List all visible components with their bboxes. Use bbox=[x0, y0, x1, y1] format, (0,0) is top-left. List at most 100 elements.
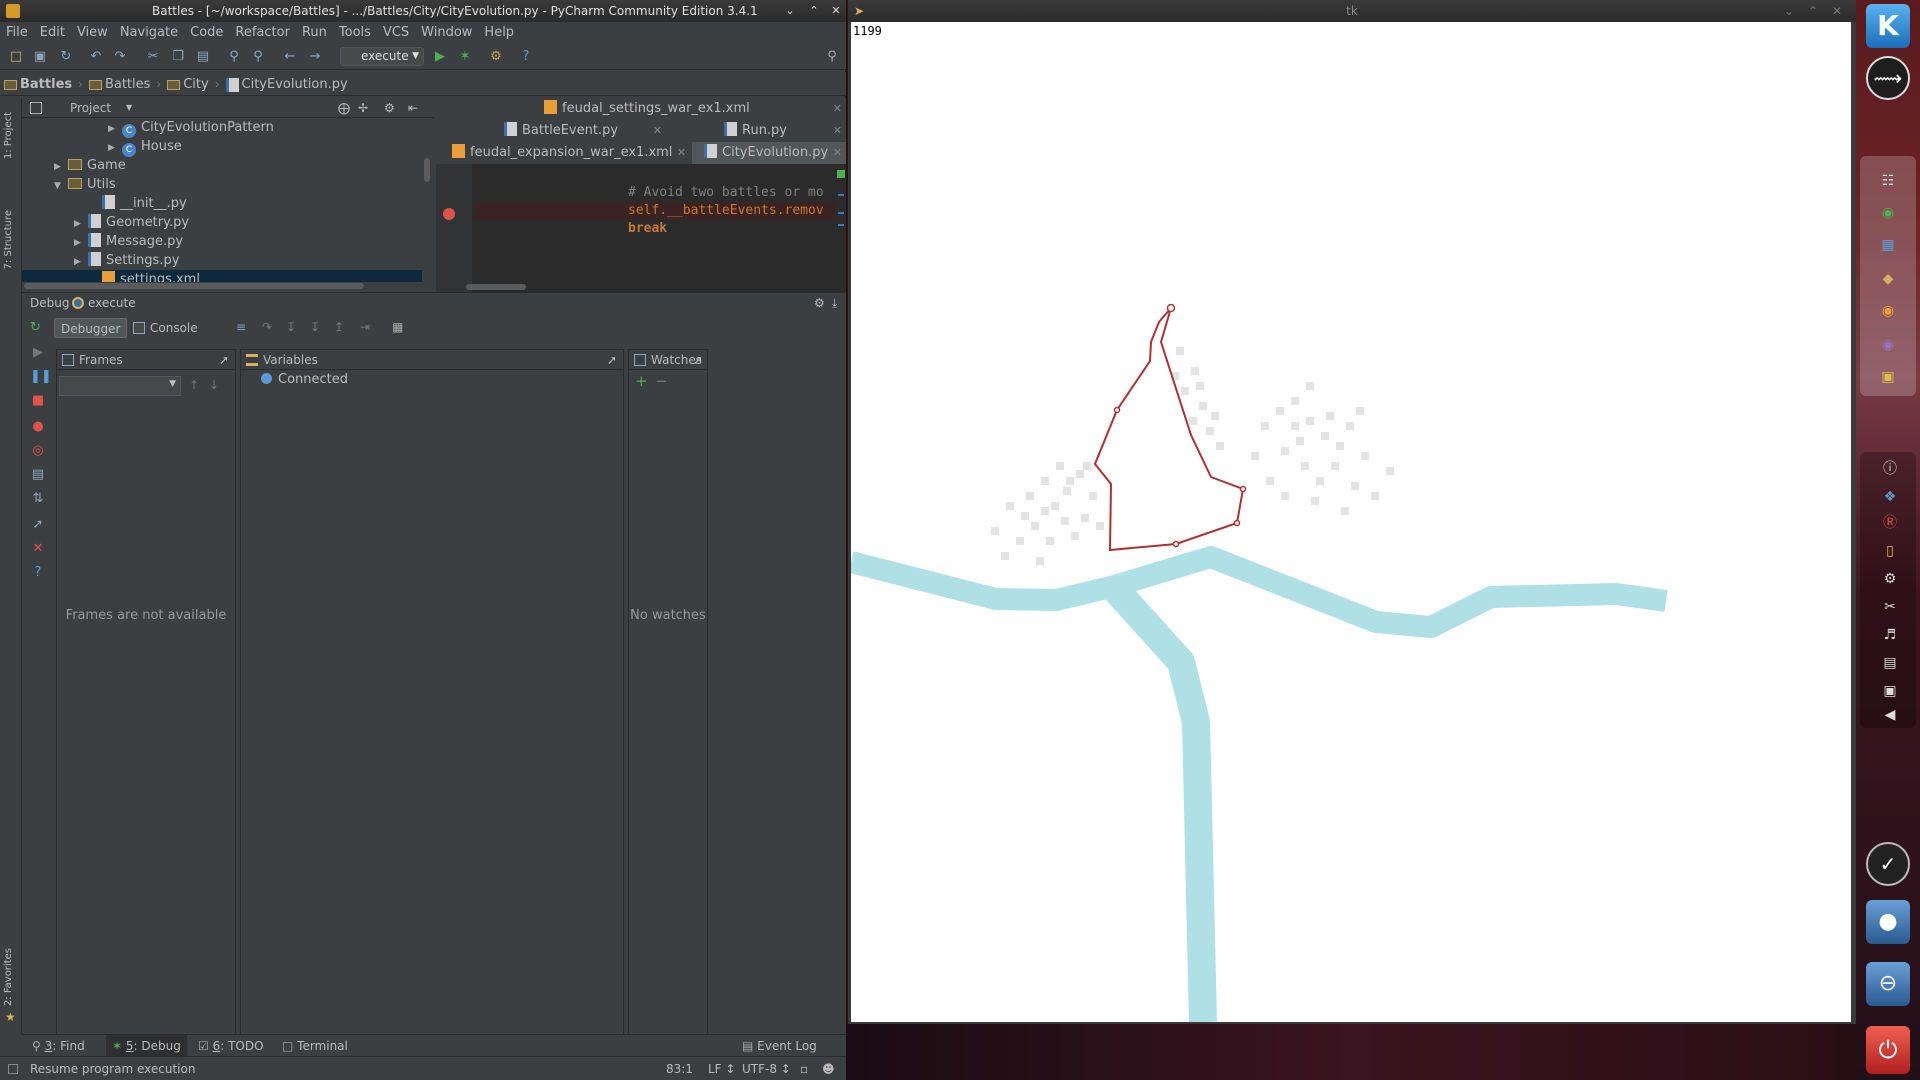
inspector-icon[interactable]: ☻ bbox=[822, 1057, 835, 1080]
maximize-icon[interactable]: ⌃ bbox=[1808, 0, 1818, 22]
next-frame-icon[interactable]: ↓ bbox=[209, 378, 219, 392]
maximize-icon[interactable]: ⌃ bbox=[806, 3, 822, 19]
run-to-cursor-icon[interactable]: ⇥ bbox=[360, 320, 370, 334]
open-icon[interactable]: □ bbox=[8, 49, 24, 65]
switch-user-icon[interactable]: ⊖ bbox=[1866, 962, 1910, 1006]
clipboard-icon[interactable]: ▤ bbox=[1880, 654, 1900, 672]
tree-item[interactable]: __init__.py bbox=[88, 194, 187, 213]
caret-position[interactable]: 83:1 bbox=[666, 1057, 693, 1080]
dropbox-icon[interactable]: ❖ bbox=[1880, 488, 1900, 506]
chevron-down-icon[interactable]: ▼ bbox=[126, 98, 132, 118]
step-out-icon[interactable]: ↥ bbox=[334, 320, 344, 334]
gear-icon[interactable]: ⚙ bbox=[1880, 570, 1900, 588]
task-icon[interactable]: ☷ bbox=[1878, 172, 1898, 190]
tool-window-debug[interactable]: ✶ 5: Debug bbox=[106, 1035, 187, 1057]
close-tab-icon[interactable]: ✕ bbox=[833, 98, 842, 120]
hide-panel-icon[interactable]: ⇤ bbox=[408, 98, 418, 118]
file-encoding[interactable]: UTF-8 ↕ bbox=[742, 1057, 791, 1080]
close-tab-icon[interactable]: ✕ bbox=[833, 120, 842, 142]
menu-run[interactable]: Run bbox=[296, 22, 333, 44]
monitor-icon[interactable]: ▣ bbox=[1880, 682, 1900, 700]
editor-hscroll-thumb[interactable] bbox=[466, 284, 526, 290]
thread-select[interactable]: ▼ bbox=[59, 376, 181, 396]
breadcrumb-item[interactable]: Battles bbox=[0, 73, 76, 97]
clock-icon[interactable]: ✓ bbox=[1866, 842, 1910, 886]
tab-feudal-settings[interactable]: feudal_settings_war_ex1.xml ✕ bbox=[536, 98, 846, 120]
breakpoint-icon[interactable] bbox=[443, 208, 455, 220]
tab-battle-event[interactable]: BattleEvent.py ✕ bbox=[496, 120, 666, 142]
previous-frame-icon[interactable]: ↑ bbox=[189, 378, 199, 392]
stop-icon[interactable]: ■ bbox=[30, 393, 46, 409]
remove-watch-icon[interactable]: − bbox=[655, 372, 668, 390]
task-icon[interactable]: ◉ bbox=[1878, 336, 1898, 354]
sort-icon[interactable]: ⇅ bbox=[30, 491, 46, 507]
mute-breakpoints-icon[interactable]: ◎ bbox=[30, 443, 46, 459]
pin-icon[interactable]: ➚ bbox=[607, 350, 617, 370]
tab-console[interactable]: Console bbox=[128, 318, 204, 338]
step-into-my-code-icon[interactable]: ↧ bbox=[310, 320, 320, 334]
menu-vcs[interactable]: VCS bbox=[377, 22, 415, 44]
close-tab-icon[interactable]: ✕ bbox=[833, 142, 842, 164]
volume-icon[interactable]: ♬ bbox=[1880, 626, 1900, 644]
tab-project[interactable]: 1: Project bbox=[3, 112, 14, 159]
tab-favorites[interactable]: 2: Favorites bbox=[3, 948, 14, 1006]
editor-gutter[interactable] bbox=[436, 164, 472, 292]
breadcrumb-item[interactable]: CityEvolution.py bbox=[222, 73, 352, 97]
breadcrumb-item[interactable]: Battles bbox=[85, 73, 154, 97]
help-icon[interactable]: ? bbox=[30, 565, 46, 581]
close-icon[interactable]: ✕ bbox=[30, 541, 46, 557]
project-view-select[interactable]: Project bbox=[70, 98, 111, 118]
step-into-icon[interactable]: ↧ bbox=[286, 320, 296, 334]
sync-icon[interactable]: ↻ bbox=[58, 49, 74, 65]
close-tab-icon[interactable]: ✕ bbox=[653, 120, 662, 142]
tree-item[interactable]: ▼ Utils bbox=[54, 175, 116, 194]
rerun-icon[interactable]: ↻ bbox=[30, 320, 41, 335]
gear-icon[interactable]: ⚙ bbox=[814, 293, 825, 313]
pin-icon[interactable]: ➚ bbox=[693, 350, 703, 370]
tool-window-todo[interactable]: ☑ 6: TODO bbox=[198, 1035, 264, 1057]
debug-icon[interactable]: ✶ bbox=[457, 49, 473, 65]
lock-icon[interactable]: ▫ bbox=[800, 1057, 808, 1080]
tree-item[interactable]: ▶ Game bbox=[54, 156, 126, 175]
code-area[interactable]: # Avoid two battles or mo self.__battleE… bbox=[474, 164, 834, 292]
save-icon[interactable]: ▣ bbox=[32, 49, 48, 65]
line-separator[interactable]: LF ↕ bbox=[708, 1057, 735, 1080]
task-icon[interactable]: ▦ bbox=[1878, 236, 1898, 254]
show-execution-point-icon[interactable]: ≡ bbox=[236, 320, 246, 334]
copy-icon[interactable]: ❐ bbox=[170, 49, 186, 65]
help-icon[interactable]: ? bbox=[518, 49, 534, 65]
toggle-tool-windows-icon[interactable] bbox=[8, 1064, 18, 1074]
settings-icon[interactable]: ⚙ bbox=[488, 49, 504, 65]
menu-edit[interactable]: Edit bbox=[34, 22, 71, 44]
tab-debugger[interactable]: Debugger bbox=[54, 318, 128, 338]
menu-navigate[interactable]: Navigate bbox=[114, 22, 184, 44]
collapse-icon[interactable]: ▼ bbox=[54, 177, 68, 196]
horizontal-scrollbar[interactable] bbox=[22, 282, 372, 290]
menu-file[interactable]: File bbox=[0, 22, 34, 44]
restore-layout-icon[interactable]: ▤ bbox=[30, 467, 46, 483]
run-icon[interactable]: ▶ bbox=[432, 49, 448, 65]
tool-window-event-log[interactable]: ▤ Event Log bbox=[742, 1035, 817, 1057]
task-icon[interactable]: ◉ bbox=[1878, 204, 1898, 222]
pycharm-task-icon[interactable]: ◆ bbox=[1878, 270, 1898, 288]
tab-city-evolution[interactable]: CityEvolution.py ✕ bbox=[692, 142, 846, 164]
task-icon[interactable]: ▣ bbox=[1878, 368, 1898, 386]
gear-icon[interactable]: ⚙ bbox=[384, 98, 395, 118]
resume-icon[interactable]: ▶ bbox=[30, 345, 46, 361]
step-over-icon[interactable]: ↷ bbox=[262, 320, 272, 334]
editor-error-stripe[interactable] bbox=[836, 164, 846, 292]
find-icon[interactable]: ⚲ bbox=[226, 49, 242, 65]
tab-feudal-expansion[interactable]: feudal_expansion_war_ex1.xml ✕ bbox=[436, 142, 690, 164]
tool-window-terminal[interactable]: □ Terminal bbox=[282, 1035, 348, 1057]
close-icon[interactable]: ✕ bbox=[828, 3, 844, 19]
close-icon[interactable]: ✕ bbox=[1832, 0, 1842, 22]
add-watch-icon[interactable]: + bbox=[635, 372, 648, 390]
menu-window[interactable]: Window bbox=[415, 22, 478, 44]
firefox-icon[interactable]: ◉ bbox=[1878, 302, 1898, 320]
vertical-scrollbar[interactable] bbox=[424, 158, 430, 182]
scroll-from-source-icon[interactable]: ⨁ bbox=[338, 98, 350, 118]
tool-window-find[interactable]: ⚲ 3: Find bbox=[32, 1035, 85, 1057]
power-icon[interactable]: ⏻ bbox=[1866, 1026, 1910, 1074]
back-icon[interactable]: ← bbox=[282, 49, 298, 65]
collapse-all-icon[interactable]: ✢ bbox=[358, 98, 368, 118]
